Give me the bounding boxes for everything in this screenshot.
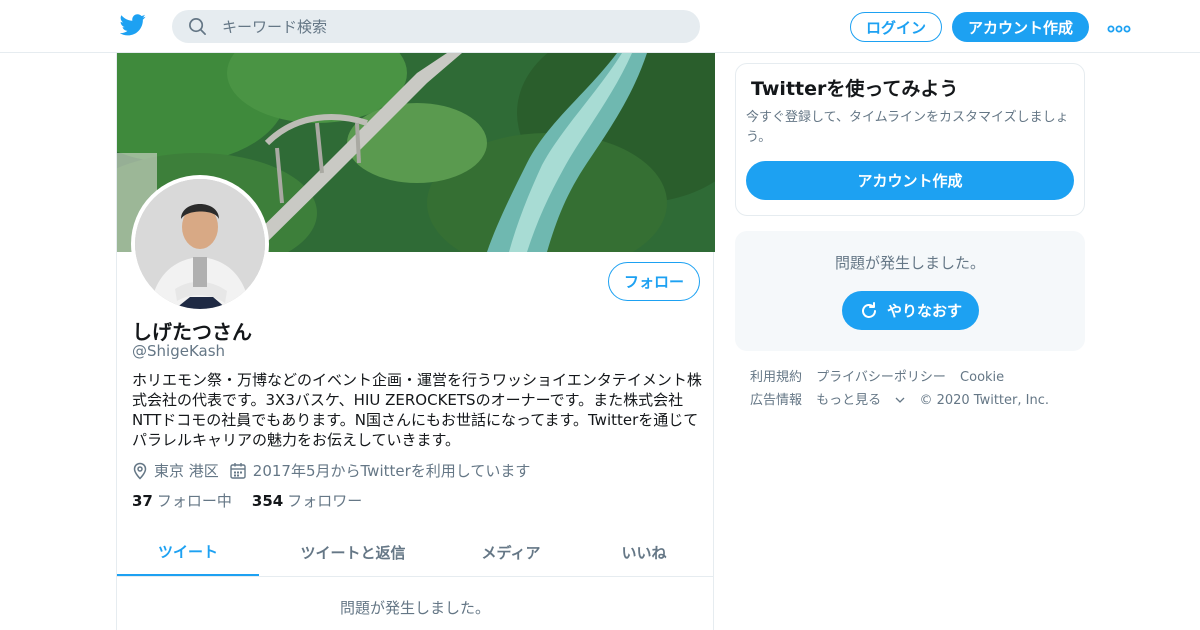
following-label: フォロー中	[156, 492, 232, 510]
profile-stats: 37 フォロー中 354 フォロワー	[132, 490, 382, 511]
profile-name: しげたつさん	[132, 320, 252, 344]
followers-stat[interactable]: 354 フォロワー	[252, 490, 362, 511]
footer-link-more[interactable]: もっと見る	[816, 389, 905, 412]
follow-button[interactable]: フォロー	[608, 262, 700, 301]
error-card: 問題が発生しました。 やりなおす	[735, 231, 1085, 351]
footer-link-ads[interactable]: 広告情報	[750, 389, 802, 412]
joined-text: 2017年5月からTwitterを利用しています	[252, 462, 531, 480]
retry-button[interactable]: やりなおす	[842, 291, 979, 330]
search-input[interactable]	[222, 10, 682, 43]
profile-column: フォロー しげたつさん @ShigeKash ホリエモン祭・万博などのイベント企…	[116, 53, 715, 630]
tab-media[interactable]: メディア	[447, 528, 575, 576]
footer-links: 利用規約 プライバシーポリシー Cookie 広告情報 もっと見る © 2020…	[750, 366, 1080, 412]
profile-bio: ホリエモン祭・万博などのイベント企画・運営を行うワッショイエンタテイメント株式会…	[132, 371, 702, 449]
following-count: 37	[132, 492, 153, 510]
error-card-message: 問題が発生しました。	[834, 254, 985, 272]
tab-likes[interactable]: いいね	[575, 528, 713, 576]
signup-card-title: Twitterを使ってみよう	[751, 78, 959, 100]
search-bar	[172, 10, 700, 43]
chevron-down-icon	[895, 397, 905, 403]
top-bar: ログイン アカウント作成	[0, 0, 1200, 53]
footer-more-label: もっと見る	[816, 393, 882, 408]
profile-tabs: ツイート ツイートと返信 メディア いいね	[117, 528, 713, 577]
footer-copyright: © 2020 Twitter, Inc.	[919, 393, 1049, 408]
profile-meta: 東京 港区 2017年5月からTwitterを利用しています	[132, 460, 540, 481]
more-dots-icon[interactable]	[1107, 20, 1131, 33]
followers-count: 354	[251, 492, 284, 510]
refresh-icon	[862, 301, 876, 318]
footer-link-privacy[interactable]: プライバシーポリシー	[816, 366, 946, 389]
followers-label: フォロワー	[287, 492, 363, 510]
profile-handle[interactable]: @ShigeKash	[132, 342, 225, 360]
footer-link-terms[interactable]: 利用規約	[750, 366, 802, 389]
signup-card-button[interactable]: アカウント作成	[746, 161, 1074, 200]
footer-link-cookie[interactable]: Cookie	[960, 366, 1004, 389]
following-stat[interactable]: 37 フォロー中	[132, 490, 232, 511]
timeline-error-message: 問題が発生しました。	[339, 599, 490, 617]
location-text: 東京 港区	[154, 462, 219, 480]
profile-joined: 2017年5月からTwitterを利用しています	[229, 460, 531, 481]
signup-card-description: 今すぐ登録して、タイムラインをカスタマイズしましょう。	[746, 110, 1069, 145]
tab-tweets[interactable]: ツイート	[117, 528, 259, 576]
retry-label: やりなおす	[886, 302, 962, 320]
search-icon	[188, 17, 207, 36]
profile-avatar[interactable]	[131, 175, 269, 313]
tab-tweets-and-replies[interactable]: ツイートと返信	[259, 528, 447, 576]
twitter-bird-icon[interactable]	[119, 14, 146, 38]
login-button[interactable]: ログイン	[850, 12, 942, 42]
profile-location: 東京 港区	[132, 460, 219, 481]
calendar-icon	[230, 462, 246, 479]
signup-button[interactable]: アカウント作成	[952, 12, 1089, 42]
signup-card: Twitterを使ってみよう 今すぐ登録して、タイムラインをカスタマイズしましょ…	[735, 63, 1085, 216]
location-pin-icon	[133, 462, 147, 480]
